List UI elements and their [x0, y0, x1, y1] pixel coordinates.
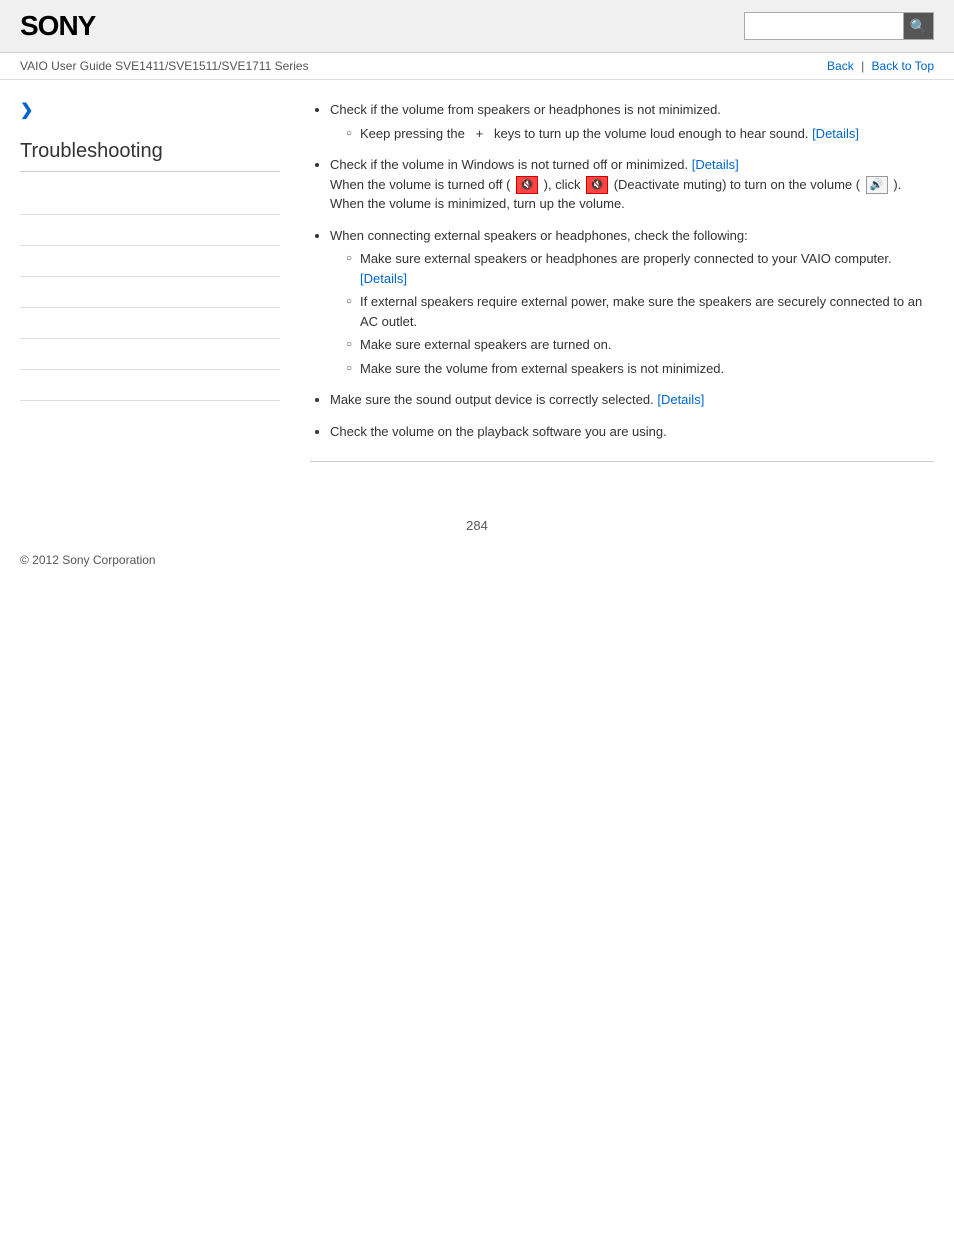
deactivate-mute-icon: 🔇 [586, 176, 608, 194]
item-text-detail: When the volume is turned off ( 🔇 ), cli… [330, 177, 901, 212]
content-list: Check if the volume from speakers or hea… [310, 100, 934, 441]
sidebar-nav-list [20, 184, 280, 401]
item-text: Check the volume on the playback softwar… [330, 424, 667, 439]
sub-item-text: If external speakers require external po… [360, 294, 922, 329]
mute-icon: 🔇 [516, 176, 538, 194]
sub-list-item: If external speakers require external po… [346, 292, 934, 331]
speaker-muted-icon: 🔇 [520, 177, 534, 194]
sub-list-item: Keep pressing the + keys to turn up the … [346, 124, 934, 144]
page-footer: © 2012 Sony Corporation [0, 543, 954, 577]
sidebar-nav-item[interactable] [20, 370, 280, 401]
sub-item-text: Keep pressing the + keys to turn up the … [360, 126, 812, 141]
sony-logo: SONY [20, 10, 95, 42]
search-input[interactable] [744, 12, 904, 40]
sidebar-nav-item[interactable] [20, 308, 280, 339]
content-area: Check if the volume from speakers or hea… [300, 100, 934, 478]
item-text-before: Make sure the sound output device is cor… [330, 392, 657, 407]
sidebar-nav-item[interactable] [20, 339, 280, 370]
breadcrumb: VAIO User Guide SVE1411/SVE1511/SVE1711 … [20, 59, 309, 73]
list-item: Check if the volume from speakers or hea… [330, 100, 934, 143]
sub-list: Keep pressing the + keys to turn up the … [330, 124, 934, 144]
sidebar: ❯ Troubleshooting [20, 100, 300, 478]
content-divider [310, 461, 934, 462]
back-link[interactable]: Back [827, 59, 854, 73]
details-link[interactable]: [Details] [692, 157, 739, 172]
copyright-text: © 2012 Sony Corporation [20, 553, 156, 567]
sub-item-text: Make sure the volume from external speak… [360, 361, 724, 376]
speaker-muted-icon2: 🔇 [590, 177, 604, 194]
nav-bar: VAIO User Guide SVE1411/SVE1511/SVE1711 … [0, 53, 954, 80]
details-link[interactable]: [Details] [657, 392, 704, 407]
item-text-before: Check if the volume in Windows is not tu… [330, 157, 692, 172]
volume-on-icon: 🔊 [866, 176, 888, 194]
item-text: Check if the volume from speakers or hea… [330, 102, 721, 117]
sidebar-title: Troubleshooting [20, 140, 280, 172]
sidebar-chevron: ❯ [20, 100, 33, 120]
sidebar-nav-item[interactable] [20, 184, 280, 215]
details-link[interactable]: [Details] [360, 271, 407, 286]
list-item: Make sure the sound output device is cor… [330, 390, 934, 410]
sidebar-nav-item[interactable] [20, 277, 280, 308]
search-button[interactable]: 🔍 [904, 12, 934, 40]
list-item: When connecting external speakers or hea… [330, 226, 934, 379]
sub-list-item: Make sure the volume from external speak… [346, 359, 934, 379]
list-item: Check the volume on the playback softwar… [330, 422, 934, 442]
speaker-on-icon: 🔊 [870, 177, 884, 194]
back-to-top-link[interactable]: Back to Top [872, 59, 934, 73]
page-header: SONY 🔍 [0, 0, 954, 53]
page-number: 284 [0, 498, 954, 543]
search-icon: 🔍 [910, 18, 927, 35]
search-container: 🔍 [744, 12, 934, 40]
nav-links: Back | Back to Top [827, 59, 934, 73]
list-item: Check if the volume in Windows is not tu… [330, 155, 934, 214]
sidebar-nav-item[interactable] [20, 246, 280, 277]
sub-item-text: Make sure external speakers or headphone… [360, 251, 892, 266]
sub-item-text: Make sure external speakers are turned o… [360, 337, 611, 352]
details-link[interactable]: [Details] [812, 126, 859, 141]
sub-list-item: Make sure external speakers or headphone… [346, 249, 934, 288]
sub-list: Make sure external speakers or headphone… [330, 249, 934, 378]
sub-list-item: Make sure external speakers are turned o… [346, 335, 934, 355]
main-content: ❯ Troubleshooting Check if the volume fr… [0, 80, 954, 498]
nav-separator: | [861, 59, 867, 73]
sidebar-nav-item[interactable] [20, 215, 280, 246]
item-text: When connecting external speakers or hea… [330, 228, 748, 243]
